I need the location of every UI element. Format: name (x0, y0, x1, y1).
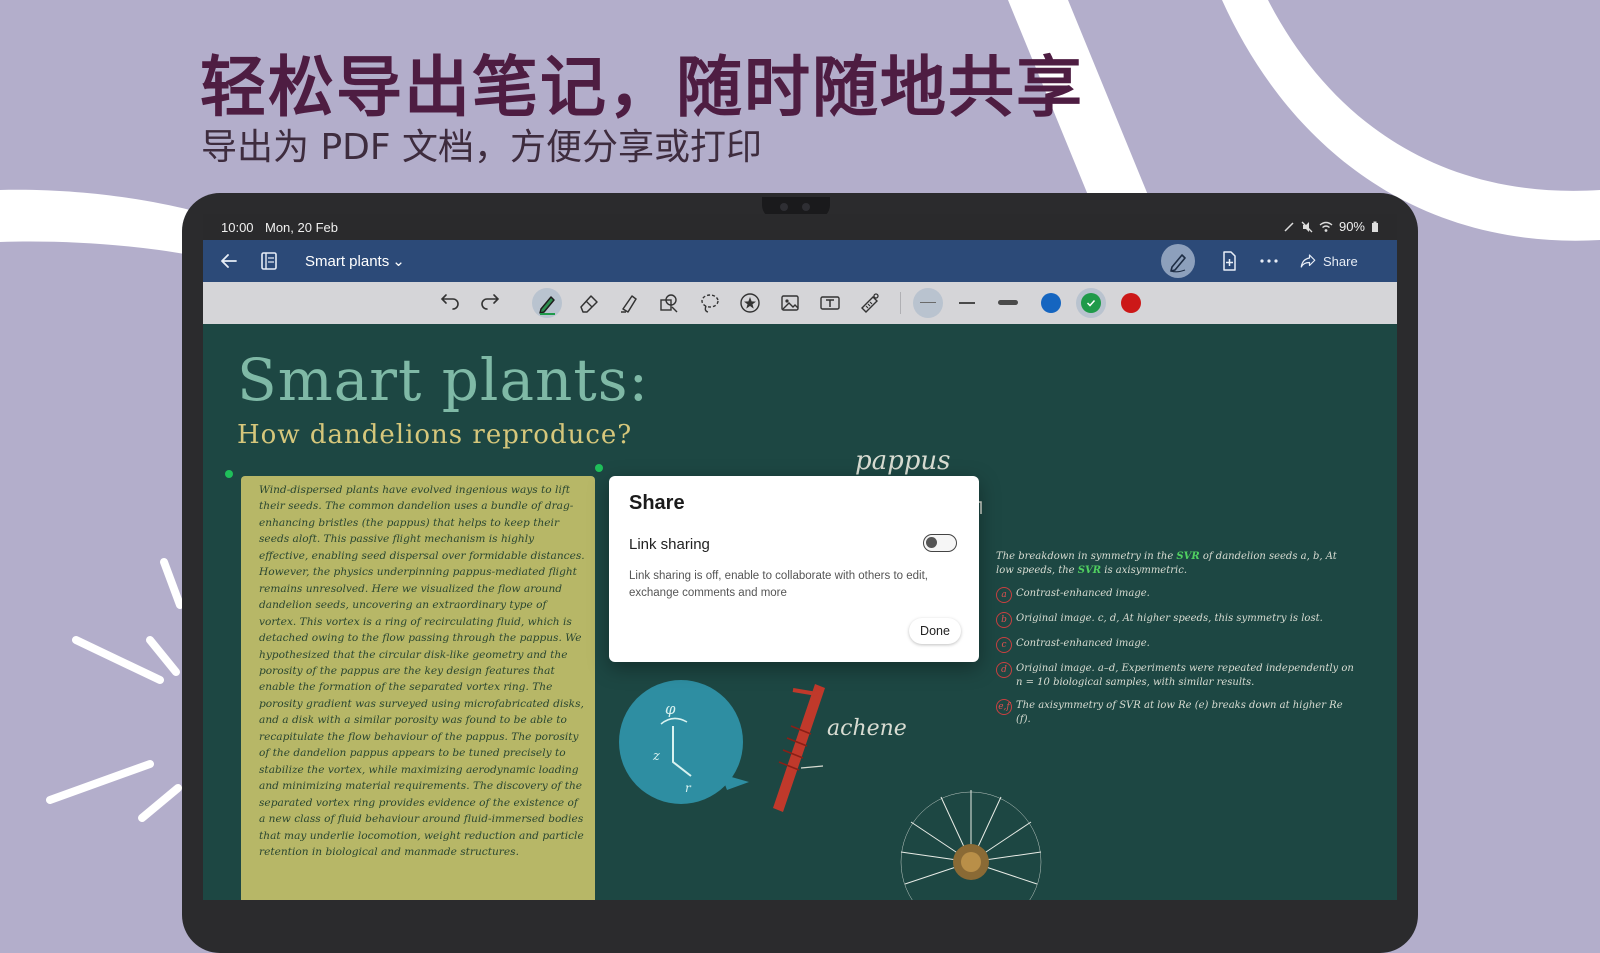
status-time: 10:00 (221, 220, 254, 235)
chevron-down-icon: ⌄ (392, 253, 405, 270)
note-title-label: Smart plants (305, 253, 390, 270)
more-icon[interactable] (1257, 249, 1281, 273)
image-icon[interactable] (778, 291, 802, 315)
lasso-icon[interactable] (698, 291, 722, 315)
color-blue-swatch[interactable] (1041, 293, 1061, 313)
share-label: Share (1323, 253, 1358, 269)
share-dialog: Share Link sharing Link sharing is off, … (609, 476, 979, 662)
color-green-swatch[interactable] (1076, 288, 1106, 318)
page-list-icon[interactable] (257, 249, 281, 273)
promo-headline: 轻松导出笔记，随时随地共享 (200, 49, 1084, 126)
wifi-icon (1319, 221, 1333, 232)
pen-tool-button[interactable] (532, 288, 562, 318)
sparkle-lines (46, 558, 184, 822)
note-heading: Smart plants: (237, 346, 650, 414)
caption-intro: The breakdown in symmetry in the SVR of … (996, 551, 1337, 576)
selection-handle[interactable] (225, 470, 233, 478)
promo-subheadline: 导出为 PDF 文档，方便分享或打印 (201, 127, 763, 168)
achene-label: achene (827, 716, 907, 741)
note-title-dropdown[interactable]: Smart plants ⌄ (305, 252, 405, 270)
highlighter-icon[interactable] (617, 291, 641, 315)
stroke-thin-button[interactable] (913, 288, 943, 318)
link-sharing-label: Link sharing (629, 536, 710, 553)
toggle-knob (926, 537, 937, 548)
status-date: Mon, 20 Feb (265, 220, 338, 235)
caption-item: c Contrast-enhanced image. (996, 637, 1356, 653)
share-dialog-title: Share (629, 492, 685, 514)
stroke-thick-button[interactable] (998, 300, 1018, 305)
pappus-label: pappus (855, 446, 951, 476)
pen-mode-button[interactable] (1161, 244, 1195, 278)
pen-status-icon (1284, 221, 1294, 232)
share-icon (1300, 254, 1316, 268)
battery-level: 90% (1338, 219, 1365, 234)
note-body-text: Wind-dispersed plants have evolved ingen… (259, 484, 585, 858)
checkmark-icon (1086, 299, 1096, 307)
status-bar: 10:00 Mon, 20 Feb 90% (203, 214, 1397, 240)
app-bar: Smart plants ⌄ Share (203, 240, 1397, 282)
mute-icon (1301, 221, 1313, 232)
figure-caption-notes: The breakdown in symmetry in the SVR of … (996, 550, 1356, 727)
flow-diagram-bubble (619, 680, 743, 804)
link-sharing-toggle[interactable] (923, 534, 957, 552)
drawing-toolbar (203, 282, 1397, 324)
caption-item: a Contrast-enhanced image. (996, 587, 1356, 603)
done-button[interactable]: Done (909, 618, 961, 644)
link-sharing-description: Link sharing is off, enable to collabora… (629, 570, 928, 599)
add-page-icon[interactable] (1217, 249, 1241, 273)
caption-item: d Original image. a–d, Experiments were r… (996, 662, 1356, 690)
battery-icon (1372, 221, 1378, 232)
color-red-swatch[interactable] (1121, 293, 1141, 313)
svg-text:z: z (652, 749, 660, 764)
undo-icon[interactable] (438, 291, 462, 315)
back-arrow-icon[interactable] (217, 249, 241, 273)
shape-icon[interactable] (657, 291, 681, 315)
selection-handle[interactable] (595, 464, 603, 472)
share-button[interactable]: Share (1299, 248, 1358, 274)
tablet-screen: 10:00 Mon, 20 Feb 90% Smart plants ⌄ Shar… (203, 214, 1397, 900)
sticker-icon[interactable] (738, 291, 762, 315)
eraser-icon[interactable] (577, 291, 601, 315)
caption-item: e,f The axisymmetry of SVR at low Re (e) … (996, 699, 1356, 727)
stroke-medium-button[interactable] (959, 302, 975, 304)
note-subheading: How dandelions reproduce? (237, 420, 633, 450)
status-icons: 90% (1283, 219, 1379, 234)
redo-icon[interactable] (478, 291, 502, 315)
caption-item: b Original image. c, d, At higher speeds,… (996, 612, 1356, 628)
svg-text:φ: φ (665, 700, 676, 718)
ruler-icon[interactable] (858, 291, 882, 315)
pen-mode-icon (1170, 254, 1186, 273)
toolbar-divider (900, 292, 901, 314)
pen-icon (539, 296, 555, 315)
text-box-icon[interactable] (818, 291, 842, 315)
white-swoosh-left (0, 189, 190, 255)
